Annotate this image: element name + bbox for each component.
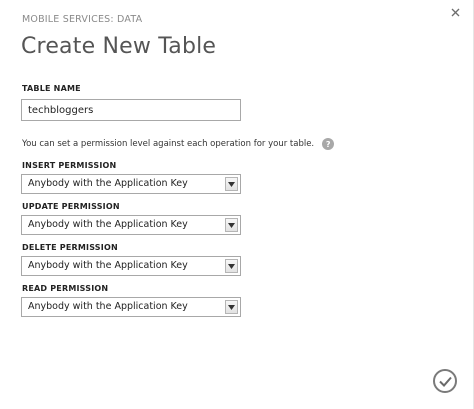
insert-permission-select[interactable]: Anybody with the Application Key <box>21 174 241 194</box>
delete-permission-select[interactable]: Anybody with the Application Key <box>21 256 241 276</box>
create-table-dialog: MOBILE SERVICES: DATA Create New Table T… <box>0 0 474 409</box>
read-permission-select[interactable]: Anybody with the Application Key <box>21 297 241 317</box>
insert-permission-label: INSERT PERMISSION <box>22 161 117 170</box>
close-button[interactable] <box>447 4 463 20</box>
close-icon <box>451 8 459 16</box>
table-name-label: TABLE NAME <box>22 84 81 93</box>
checkmark-icon <box>438 376 452 387</box>
delete-permission-label: DELETE PERMISSION <box>22 243 118 252</box>
permission-hint-text: You can set a permission level against e… <box>22 139 315 149</box>
read-permission-value: Anybody with the Application Key <box>28 301 188 312</box>
chevron-down-icon <box>225 259 238 273</box>
delete-permission-value: Anybody with the Application Key <box>28 260 188 271</box>
help-icon[interactable]: ? <box>322 138 335 150</box>
read-permission-label: READ PERMISSION <box>22 284 109 293</box>
chevron-down-icon <box>225 177 238 191</box>
insert-permission-value: Anybody with the Application Key <box>28 178 188 189</box>
update-permission-select[interactable]: Anybody with the Application Key <box>21 215 241 235</box>
chevron-down-icon <box>225 218 238 232</box>
chevron-down-icon <box>225 300 238 314</box>
dialog-subtitle: MOBILE SERVICES: DATA <box>22 14 143 25</box>
update-permission-value: Anybody with the Application Key <box>28 219 188 230</box>
dialog-title: Create New Table <box>21 34 217 59</box>
permission-hint: You can set a permission level against e… <box>22 138 335 150</box>
table-name-input[interactable] <box>21 99 241 121</box>
update-permission-label: UPDATE PERMISSION <box>22 202 120 211</box>
confirm-button[interactable] <box>433 369 457 393</box>
